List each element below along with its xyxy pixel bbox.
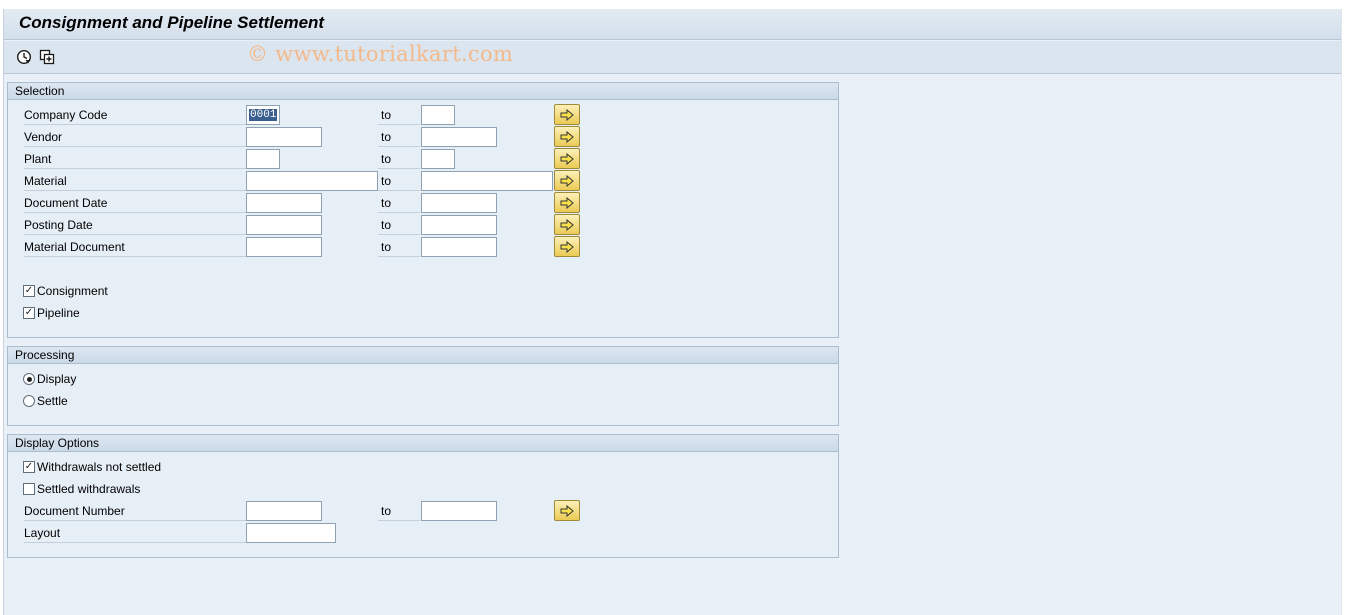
arrow-right-icon (560, 504, 574, 517)
withdrawals-not-settled-label: Withdrawals not settled (37, 460, 162, 474)
document-number-label: Document Number (24, 501, 246, 521)
checkmark-icon: ✓ (24, 461, 34, 472)
company-code-multiple-selection-button[interactable] (554, 104, 580, 125)
get-variant-button[interactable] (38, 48, 55, 65)
material-multiple-selection-button[interactable] (554, 170, 580, 191)
vendor-multiple-selection-button[interactable] (554, 126, 580, 147)
document-date-to-label: to (378, 193, 420, 213)
checkbox-box[interactable] (23, 483, 35, 495)
title-bar: Consignment and Pipeline Settlement (4, 9, 1342, 40)
arrow-right-icon (560, 108, 574, 121)
processing-group: Processing Display Settle (7, 346, 839, 426)
document-date-to-input[interactable] (421, 193, 497, 213)
checkmark-icon: ✓ (24, 285, 34, 296)
pipeline-label: Pipeline (37, 306, 80, 320)
processing-group-header: Processing (8, 347, 838, 364)
document-date-multiple-selection-button[interactable] (554, 192, 580, 213)
radio-circle[interactable] (23, 395, 35, 407)
plant-multiple-selection-button[interactable] (554, 148, 580, 169)
arrow-right-icon (560, 196, 574, 209)
settle-radio-label: Settle (37, 394, 68, 408)
execute-button[interactable] (15, 48, 32, 65)
vendor-to-label: to (378, 127, 420, 147)
company-code-to-input[interactable] (421, 105, 455, 125)
posting-date-to-label: to (378, 215, 420, 235)
document-number-to-input[interactable] (421, 501, 497, 521)
document-number-from-input[interactable] (246, 501, 322, 521)
company-code-to-label: to (378, 105, 420, 125)
display-radio[interactable]: Display (23, 370, 76, 388)
checkbox-box[interactable]: ✓ (23, 461, 35, 473)
document-number-multiple-selection-button[interactable] (554, 500, 580, 521)
application-toolbar: © www.tutorialkart.com (4, 41, 1342, 74)
arrow-right-icon (560, 174, 574, 187)
material-document-to-label: to (378, 237, 420, 257)
material-to-input[interactable] (421, 171, 553, 191)
material-document-multiple-selection-button[interactable] (554, 236, 580, 257)
arrow-right-icon (560, 152, 574, 165)
display-options-group-header: Display Options (8, 435, 838, 452)
arrow-right-icon (560, 130, 574, 143)
document-number-to-label: to (378, 501, 420, 521)
main-window: Consignment and Pipeline Settlement © ww… (3, 9, 1342, 615)
posting-date-multiple-selection-button[interactable] (554, 214, 580, 235)
material-document-from-input[interactable] (246, 237, 322, 257)
settled-withdrawals-label: Settled withdrawals (37, 482, 141, 496)
posting-date-from-input[interactable] (246, 215, 322, 235)
withdrawals-not-settled-checkbox[interactable]: ✓ Withdrawals not settled (23, 458, 161, 476)
material-to-label: to (378, 171, 420, 191)
selection-group: Selection Company Code 0001 to Vendor to… (7, 82, 839, 338)
plant-label: Plant (24, 149, 246, 169)
material-label: Material (24, 171, 246, 191)
settle-radio[interactable]: Settle (23, 392, 68, 410)
checkmark-icon: ✓ (24, 307, 34, 318)
get-variant-icon (39, 49, 54, 64)
layout-label: Layout (24, 523, 246, 543)
arrow-right-icon (560, 218, 574, 231)
document-date-label: Document Date (24, 193, 246, 213)
pipeline-checkbox[interactable]: ✓ Pipeline (23, 304, 80, 322)
plant-to-input[interactable] (421, 149, 455, 169)
checkbox-box[interactable]: ✓ (23, 285, 35, 297)
layout-input[interactable] (246, 523, 336, 543)
vendor-label: Vendor (24, 127, 246, 147)
document-date-from-input[interactable] (246, 193, 322, 213)
company-code-label: Company Code (24, 105, 246, 125)
posting-date-to-input[interactable] (421, 215, 497, 235)
display-options-group: Display Options ✓ Withdrawals not settle… (7, 434, 839, 558)
plant-from-input[interactable] (246, 149, 280, 169)
display-radio-label: Display (37, 372, 77, 386)
consignment-label: Consignment (37, 284, 108, 298)
watermark-text: © www.tutorialkart.com (247, 42, 514, 66)
vendor-to-input[interactable] (421, 127, 497, 147)
selection-group-header: Selection (8, 83, 838, 100)
checkbox-box[interactable]: ✓ (23, 307, 35, 319)
radio-selected-dot (26, 376, 32, 382)
material-from-input[interactable] (246, 171, 378, 191)
arrow-right-icon (560, 240, 574, 253)
material-document-to-input[interactable] (421, 237, 497, 257)
radio-circle[interactable] (23, 373, 35, 385)
vendor-from-input[interactable] (246, 127, 322, 147)
settled-withdrawals-checkbox[interactable]: Settled withdrawals (23, 480, 140, 498)
page-title: Consignment and Pipeline Settlement (19, 13, 325, 32)
right-edge-strip (1341, 9, 1355, 615)
company-code-from-value: 0001 (249, 109, 278, 121)
material-document-label: Material Document (24, 237, 246, 257)
plant-to-label: to (378, 149, 420, 169)
consignment-checkbox[interactable]: ✓ Consignment (23, 282, 108, 300)
posting-date-label: Posting Date (24, 215, 246, 235)
execute-icon (16, 49, 31, 64)
company-code-from-input[interactable]: 0001 (246, 105, 280, 125)
